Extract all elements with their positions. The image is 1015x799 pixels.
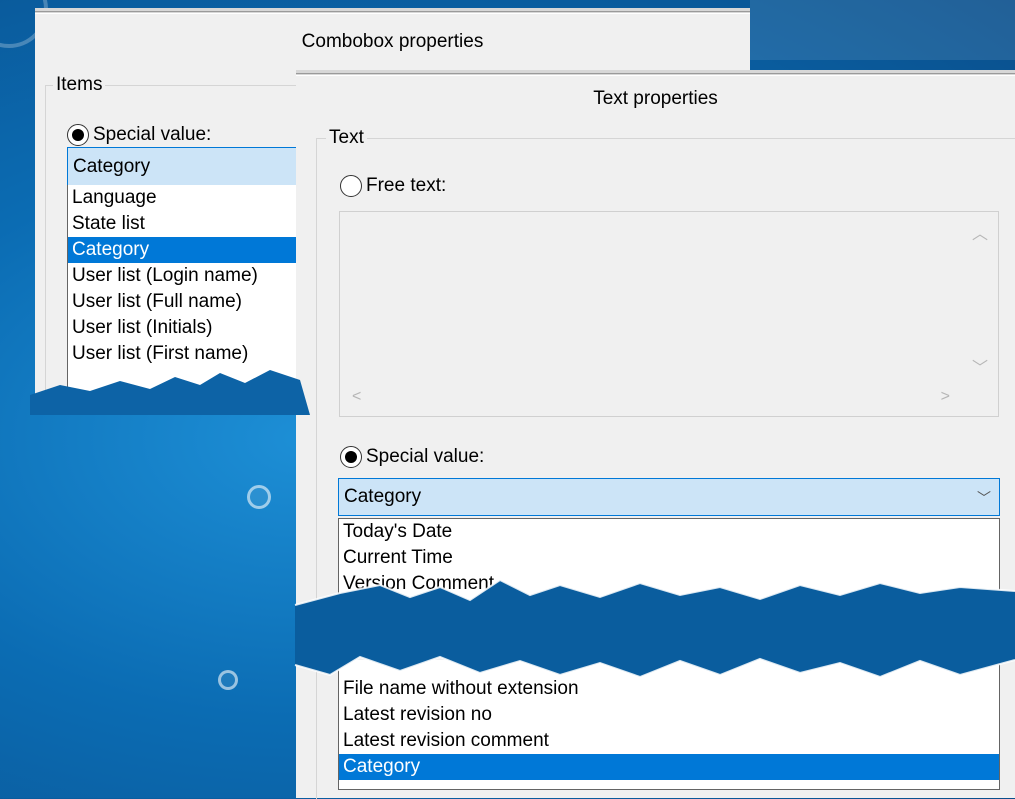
combobox-value: Category [73,155,151,177]
background-bubble [247,485,271,509]
dialog-top-edge [35,8,750,14]
torn-edge-left [30,370,310,415]
combobox-value: Category [344,486,422,507]
radio-label: Special value: [93,124,212,145]
radio-checked-icon [67,124,89,146]
special-value-combobox[interactable]: Category ﹀ [338,478,1000,516]
radio-label: Free text: [366,175,447,196]
radio-checked-icon [340,446,362,468]
list-item[interactable]: Latest revision comment [339,728,999,754]
list-item[interactable]: Today's Date [339,519,999,545]
dialog-top-edge [296,70,1015,76]
radio-label: Special value: [366,446,485,467]
dialog-title: Text properties [593,88,718,109]
items-group-label: Items [53,74,106,96]
background-panel [750,0,1015,60]
dialog-title: Combobox properties [301,31,484,52]
special-value-radio[interactable]: Special value: [340,446,484,468]
free-text-radio[interactable]: Free text: [340,175,446,197]
chevron-down-icon[interactable]: ﹀ [977,488,991,508]
torn-edge-band [294,578,1015,679]
list-item[interactable]: Latest revision no [339,702,999,728]
radio-unchecked-icon [340,175,362,197]
text-group-label: Text [326,127,367,149]
list-item[interactable]: Category [339,754,999,780]
special-value-radio[interactable]: Special value: [67,124,211,146]
scroll-up-icon[interactable]: ︿ [972,220,988,244]
